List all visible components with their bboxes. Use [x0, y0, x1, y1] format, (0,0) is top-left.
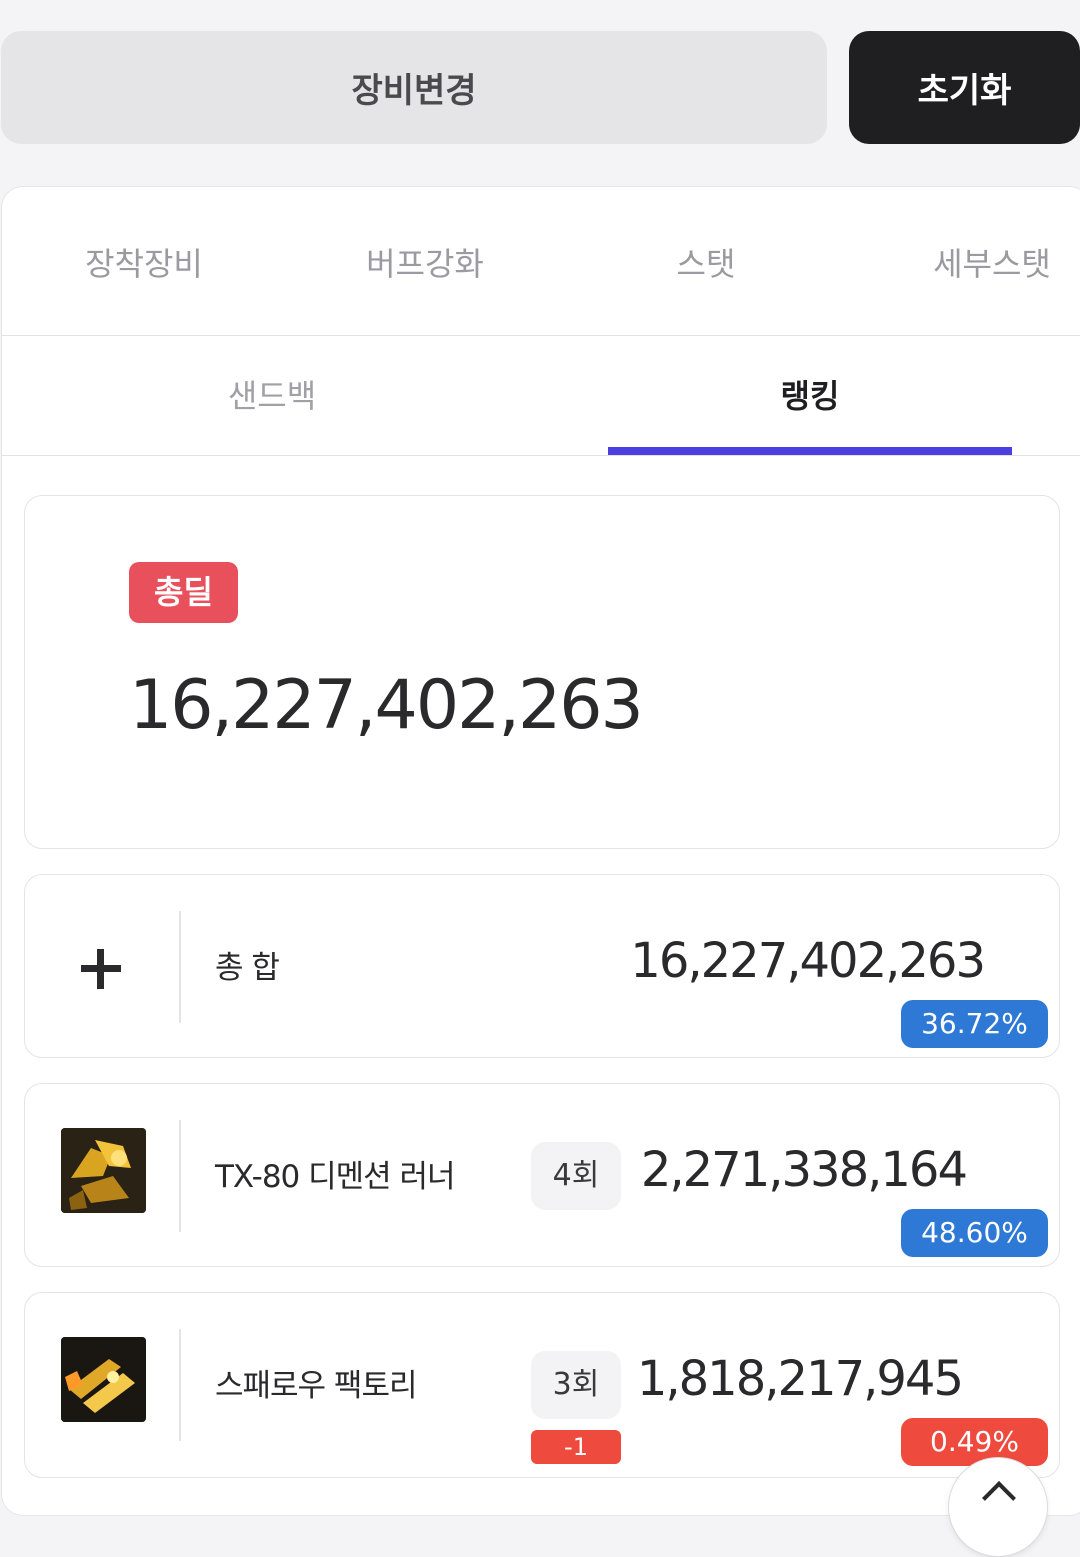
row-name: 총 합 — [215, 950, 280, 986]
scroll-to-top-button[interactable] — [948, 1457, 1048, 1557]
rank-delta-badge: -1 — [531, 1430, 621, 1464]
secondary-tab-bar: 샌드백 랭킹 — [2, 336, 1080, 456]
total-damage-value: 16,227,402,263 — [129, 666, 644, 745]
ranking-row-total[interactable]: 총 합 16,227,402,263 36.72% — [24, 874, 1060, 1058]
change-gear-button[interactable]: 장비변경 — [1, 31, 827, 144]
tab-equipped-gear[interactable]: 장착장비 — [64, 239, 224, 289]
top-toolbar: 장비변경 초기화 — [0, 31, 1080, 144]
hit-count-chip: 4회 — [531, 1142, 621, 1210]
total-damage-badge: 총딜 — [129, 562, 238, 623]
primary-tab-bar: 장착장비 버프강화 스탯 세부스탯 — [2, 187, 1080, 336]
row-percent-badge: 0.49% — [901, 1418, 1048, 1466]
plus-icon[interactable] — [81, 949, 121, 989]
row-name: 스패로우 팩토리 — [215, 1368, 417, 1404]
sparrow-factory-icon — [61, 1337, 146, 1422]
tab-buff-enhance[interactable]: 버프강화 — [345, 239, 505, 289]
tab-stats[interactable]: 스탯 — [646, 239, 766, 289]
tab-sandbag[interactable]: 샌드백 — [197, 371, 347, 421]
hit-count-chip: 3회 — [531, 1351, 621, 1419]
row-divider — [179, 911, 181, 1023]
row-damage-value: 16,227,402,263 — [630, 933, 986, 989]
reset-button[interactable]: 초기화 — [849, 31, 1080, 144]
ranking-row-sparrow[interactable]: 스패로우 팩토리 3회 -1 1,818,217,945 0.49% — [24, 1292, 1060, 1478]
row-divider — [179, 1120, 181, 1232]
tab-ranking[interactable]: 랭킹 — [735, 371, 885, 421]
ranking-row-tx80[interactable]: TX-80 디멘션 러너 4회 2,271,338,164 48.60% — [24, 1083, 1060, 1267]
total-damage-card: 총딜 16,227,402,263 — [24, 495, 1060, 849]
row-percent-badge: 36.72% — [901, 1000, 1048, 1048]
row-damage-value: 2,271,338,164 — [640, 1142, 968, 1198]
row-percent-badge: 48.60% — [901, 1209, 1048, 1257]
tab-detail-stats[interactable]: 세부스탯 — [912, 239, 1072, 289]
row-damage-value: 1,818,217,945 — [636, 1351, 964, 1407]
active-tab-indicator — [608, 447, 1012, 455]
chevron-up-icon — [982, 1481, 1016, 1515]
tx80-dimension-runner-icon — [61, 1128, 146, 1213]
row-name: TX-80 디멘션 러너 — [215, 1159, 456, 1195]
row-divider — [179, 1329, 181, 1441]
